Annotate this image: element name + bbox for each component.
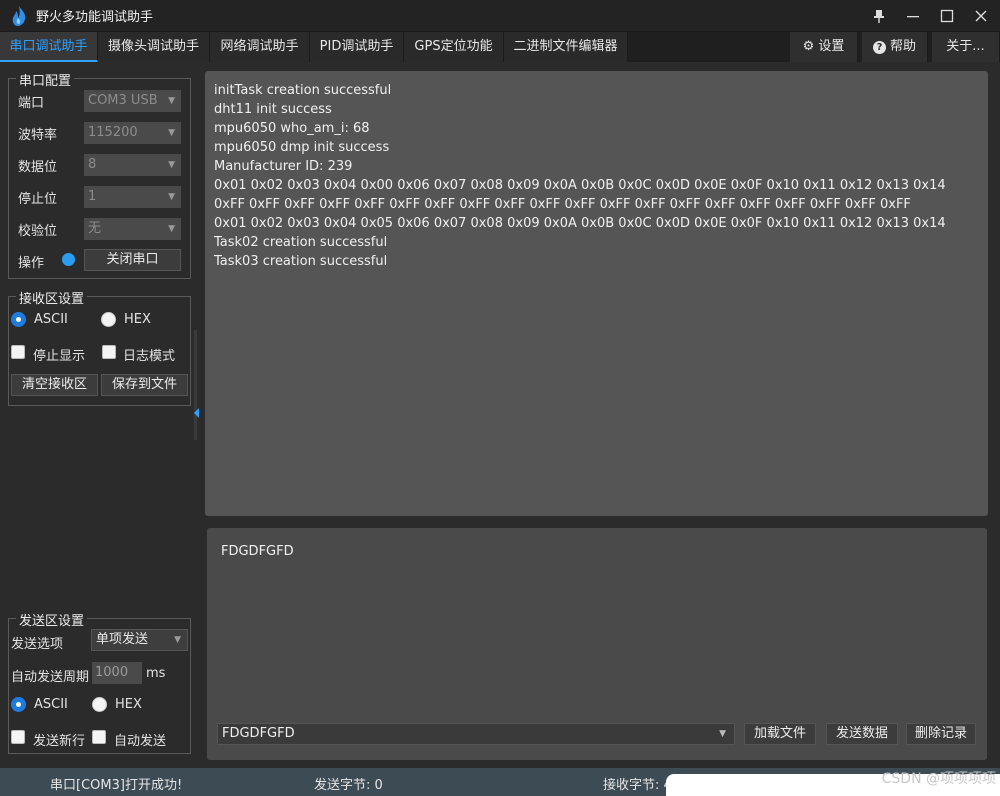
settings-label: 设置: [818, 39, 845, 54]
recv-hex-label: HEX: [124, 312, 151, 327]
close-icon[interactable]: [964, 0, 998, 32]
receive-area[interactable]: initTask creation successful dht11 init …: [205, 71, 988, 516]
pin-icon[interactable]: [862, 0, 896, 32]
receive-line: mpu6050 who_am_i: 68: [214, 121, 370, 136]
settings-button[interactable]: ⚙ 设置: [790, 32, 858, 62]
send-area: FDGDFGFD FDGDFGFD ▼ 加载文件 发送数据 删除记录: [207, 528, 987, 760]
receive-line: 0x01 0x02 0x03 0x04 0x05 0x06 0x07 0x08 …: [214, 216, 946, 231]
send-newline-label: 发送新行: [33, 734, 86, 749]
receive-line: Task02 creation successful: [214, 235, 388, 250]
tab-serial-assistant[interactable]: 串口调试助手: [0, 32, 98, 62]
baud-select[interactable]: 115200 ▼: [84, 122, 181, 144]
auto-period-label: 自动发送周期: [11, 670, 90, 685]
send-newline-checkbox[interactable]: [11, 730, 25, 744]
send-data-button[interactable]: 发送数据: [826, 723, 898, 745]
chevron-down-icon: ▼: [168, 128, 175, 138]
send-option-select[interactable]: 单项发送 ▼: [91, 629, 188, 651]
tab-bar: 串口调试助手 摄像头调试助手 网络调试助手 PID调试助手 GPS定位功能 二进…: [0, 32, 1000, 62]
delete-history-button[interactable]: 删除记录: [906, 723, 976, 745]
send-option-label: 发送选项: [11, 637, 64, 652]
chevron-down-icon: ▼: [719, 729, 726, 739]
send-hex-label: HEX: [115, 697, 142, 712]
parity-select[interactable]: 无 ▼: [84, 218, 181, 240]
recv-ascii-radio[interactable]: [11, 312, 26, 327]
maximize-icon[interactable]: [930, 0, 964, 32]
send-ascii-radio[interactable]: [11, 697, 26, 712]
recv-settings-title: 接收区设置: [16, 288, 88, 307]
recv-ascii-label: ASCII: [34, 312, 68, 327]
port-select[interactable]: COM3 USB ▼: [84, 90, 181, 112]
receive-line: Manufacturer ID: 239: [214, 159, 353, 174]
tab-binary-editor[interactable]: 二进制文件编辑器: [504, 32, 628, 62]
chevron-down-icon: ▼: [168, 96, 175, 106]
received-bytes: 接收字节: 4: [603, 778, 672, 793]
receive-line: initTask creation successful: [214, 83, 392, 98]
databits-label: 数据位: [18, 160, 58, 175]
help-button[interactable]: ? 帮助: [862, 32, 928, 62]
stop-display-checkbox[interactable]: [11, 345, 25, 359]
close-port-button[interactable]: 关闭串口: [84, 249, 181, 271]
chevron-down-icon: ▼: [168, 160, 175, 170]
send-settings-title: 发送区设置: [16, 610, 88, 629]
auto-send-label: 自动发送: [114, 734, 167, 749]
minimize-icon[interactable]: [896, 0, 930, 32]
about-button[interactable]: 关于...: [932, 32, 1000, 62]
receive-line: dht11 init success: [214, 102, 332, 117]
save-to-file-button[interactable]: 保存到文件: [101, 374, 188, 396]
status-led-icon: [62, 253, 75, 266]
clear-recv-button[interactable]: 清空接收区: [11, 374, 98, 396]
log-mode-label: 日志模式: [123, 349, 176, 364]
receive-line: Task03 creation successful: [214, 254, 388, 269]
tab-pid-assistant[interactable]: PID调试助手: [310, 32, 404, 62]
serial-config-title: 串口配置: [16, 70, 75, 89]
send-ascii-label: ASCII: [34, 697, 68, 712]
collapse-arrow-icon[interactable]: [194, 408, 199, 418]
send-history-select[interactable]: FDGDFGFD ▼: [217, 723, 735, 745]
status-message: 串口[COM3]打开成功!: [50, 778, 183, 793]
chevron-down-icon: ▼: [174, 635, 181, 645]
databits-select[interactable]: 8 ▼: [84, 154, 181, 176]
tab-network-assistant[interactable]: 网络调试助手: [210, 32, 310, 62]
panel-splitter[interactable]: [194, 330, 197, 440]
stopbits-select[interactable]: 1 ▼: [84, 186, 181, 208]
receive-line: 0xFF 0xFF 0xFF 0xFF 0xFF 0xFF 0xFF 0xFF …: [214, 197, 911, 212]
help-icon: ?: [872, 41, 886, 54]
baud-label: 波特率: [18, 128, 58, 143]
left-panel: 串口配置 端口 COM3 USB ▼ 波特率 115200 ▼ 数据位 8 ▼ 停止位…: [0, 62, 196, 768]
period-unit-label: ms: [146, 666, 166, 681]
port-label: 端口: [18, 96, 45, 111]
log-mode-checkbox[interactable]: [102, 345, 116, 359]
tab-camera-assistant[interactable]: 摄像头调试助手: [98, 32, 210, 62]
chevron-down-icon: ▼: [168, 192, 175, 202]
send-hex-radio[interactable]: [92, 697, 107, 712]
title-bar: 野火多功能调试助手: [0, 0, 1000, 32]
load-file-button[interactable]: 加载文件: [744, 723, 816, 745]
recv-hex-radio[interactable]: [101, 312, 116, 327]
receive-line: 0x01 0x02 0x03 0x04 0x00 0x06 0x07 0x08 …: [214, 178, 946, 193]
auto-send-checkbox[interactable]: [92, 730, 106, 744]
operation-label: 操作: [18, 256, 45, 271]
stopbits-label: 停止位: [18, 192, 58, 207]
gear-icon: ⚙: [802, 39, 815, 54]
app-title: 野火多功能调试助手: [36, 10, 154, 25]
tab-gps[interactable]: GPS定位功能: [404, 32, 504, 62]
stop-display-label: 停止显示: [33, 349, 86, 364]
app-logo-icon: [12, 5, 26, 26]
send-text-input[interactable]: FDGDFGFD: [221, 544, 294, 559]
receive-line: mpu6050 dmp init success: [214, 140, 390, 155]
sent-bytes: 发送字节: 0: [314, 778, 383, 793]
parity-label: 校验位: [18, 224, 58, 239]
chevron-down-icon: ▼: [168, 224, 175, 234]
watermark: CSDN @项项项项: [881, 771, 996, 787]
auto-period-input[interactable]: 1000: [92, 662, 142, 684]
help-label: 帮助: [889, 39, 916, 54]
